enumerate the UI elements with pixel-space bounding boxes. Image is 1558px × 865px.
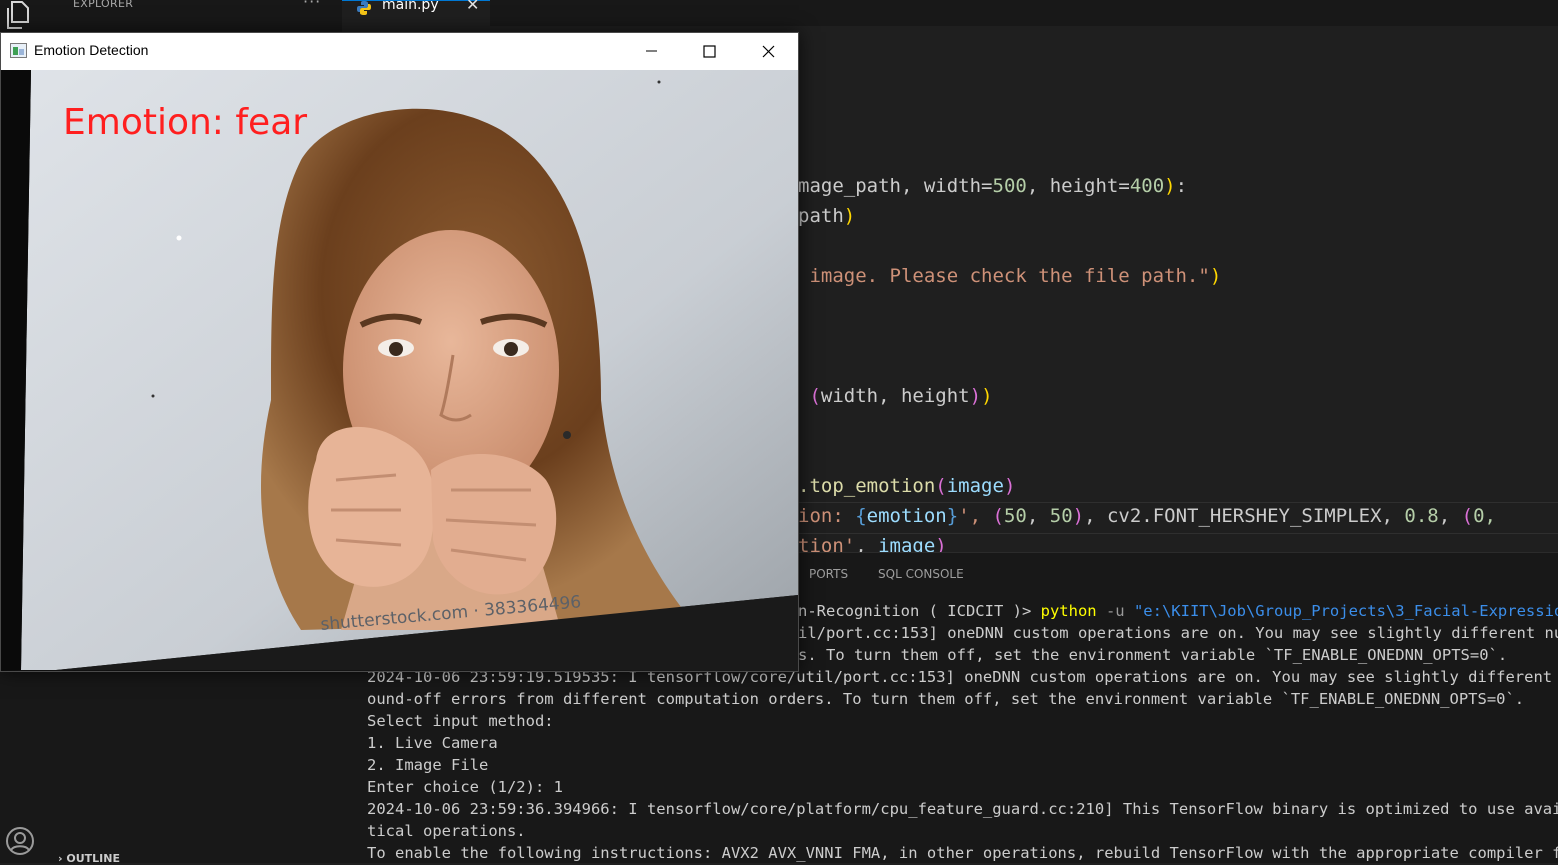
code-token: ) [1072, 505, 1085, 527]
code-token: ( [798, 385, 821, 407]
app-icon [10, 43, 27, 62]
tab-ports[interactable]: PORTS [809, 567, 848, 581]
terminal-line: ound-off errors from different computati… [367, 690, 1525, 708]
code-line: ion: {emotion}', (50, 50), cv2.FONT_HERS… [798, 505, 1496, 527]
tab-sql-console[interactable]: SQL CONSOLE [878, 567, 964, 581]
account-icon[interactable] [5, 826, 35, 856]
code-token: , [1026, 505, 1050, 527]
code-line: image. Please check the file path.") [798, 265, 1221, 287]
code-token: mage_path [798, 175, 901, 197]
explorer-more-button[interactable]: ··· [303, 0, 321, 11]
python-file-icon [356, 0, 372, 20]
editor-tab-bar: main.py ✕ [342, 0, 1558, 27]
code-token: path [798, 205, 844, 227]
terminal-line: s. To turn them off, set the environment… [798, 646, 1508, 664]
code-token: ion: [798, 505, 856, 527]
terminal-line: tical operations. [367, 822, 526, 840]
camera-frame-image: shutterstock.com · 383364496 Emotion: fe… [1, 70, 798, 671]
outline-label: OUTLINE [66, 852, 120, 865]
emotion-label: Emotion: fear [63, 102, 307, 143]
terminal-line: il/port.cc:153] oneDNN custom operations… [798, 624, 1558, 642]
code-token: ) [1209, 265, 1222, 287]
code-token: width, height [820, 385, 970, 407]
terminal-prompt-line: n-Recognition ( ICDCIT )> python -u "e:\… [798, 602, 1558, 620]
tab-close-icon[interactable]: ✕ [466, 0, 479, 14]
code-token: tion' [798, 535, 856, 552]
outline-section[interactable]: › OUTLINE [58, 852, 120, 865]
code-token: ) [935, 535, 947, 552]
code-token: image [946, 475, 1004, 497]
terminal-line: Select input method: [367, 712, 554, 730]
code-token: image [878, 535, 936, 552]
code-token: , [855, 535, 879, 552]
code-token: 500 [992, 175, 1027, 197]
code-line: mage_path, width=500, height=400): [798, 175, 1187, 197]
code-token: ) [1003, 475, 1016, 497]
code-line: path) [798, 205, 855, 227]
code-token: .top_emotion [798, 475, 936, 497]
code-token: 0, [1473, 505, 1496, 527]
code-token: ( [935, 475, 947, 497]
code-token: "e:\KIIT\Job\Group_Projects\3_Facial-Exp… [1133, 602, 1558, 620]
code-token: 400 [1129, 175, 1165, 197]
code-token: 50 [1049, 505, 1073, 527]
code-token: ', [958, 505, 993, 527]
code-token: , [900, 175, 924, 197]
code-token: image. Please check the file path." [798, 265, 1210, 287]
terminal-line: 2024-10-06 23:59:36.394966: I tensorflow… [367, 800, 1558, 818]
code-token: python [1040, 602, 1097, 620]
window-title: Emotion Detection [34, 42, 149, 58]
code-token: ) [1164, 175, 1176, 197]
code-token: = [981, 175, 993, 197]
code-token: ( [992, 505, 1004, 527]
minimize-icon[interactable] [622, 33, 680, 70]
code-token: } [946, 505, 959, 527]
terminal-line: Enter choice (1/2): 1 [367, 778, 563, 796]
code-token: 50 [1003, 505, 1027, 527]
explorer-title: EXPLORER [73, 0, 134, 10]
code-line: .top_emotion(image) [798, 475, 1015, 497]
code-token: , [1438, 505, 1462, 527]
code-token: emotion [866, 505, 947, 527]
code-token: , cv2.FONT_HERSHEY_SIMPLEX, [1084, 505, 1405, 527]
window-titlebar[interactable]: Emotion Detection [1, 33, 798, 70]
code-token: { [855, 505, 867, 527]
code-token: ( [1461, 505, 1474, 527]
tab-label: main.py [382, 0, 439, 13]
code-token: ) [969, 385, 982, 407]
emotion-detection-window[interactable]: Emotion Detection shutterstock.com · 383… [0, 32, 799, 672]
terminal-line: 2. Image File [367, 756, 489, 774]
code-token: : [1175, 175, 1188, 197]
code-token: height [1049, 175, 1119, 197]
files-icon[interactable] [4, 0, 34, 30]
code-line: (width, height)) [798, 385, 993, 407]
code-token: 0.8 [1404, 505, 1439, 527]
code-token: -u [1096, 602, 1134, 620]
terminal-line: 1. Live Camera [367, 734, 498, 752]
photo-illustration: shutterstock.com · 383364496 Emotion: fe… [1, 70, 798, 671]
code-token: ) [843, 205, 856, 227]
maximize-icon[interactable] [680, 33, 738, 70]
code-token: ) [981, 385, 993, 407]
code-line: tion', image) [798, 535, 947, 552]
close-icon[interactable] [739, 33, 797, 70]
code-token: = [1118, 175, 1130, 197]
tab-main-py[interactable]: main.py ✕ [342, 0, 490, 27]
code-token: width [923, 175, 982, 197]
code-token: n-Recognition ( ICDCIT )> [798, 602, 1041, 620]
terminal-line: To enable the following instructions: AV… [367, 844, 1558, 862]
code-token: , [1026, 175, 1050, 197]
